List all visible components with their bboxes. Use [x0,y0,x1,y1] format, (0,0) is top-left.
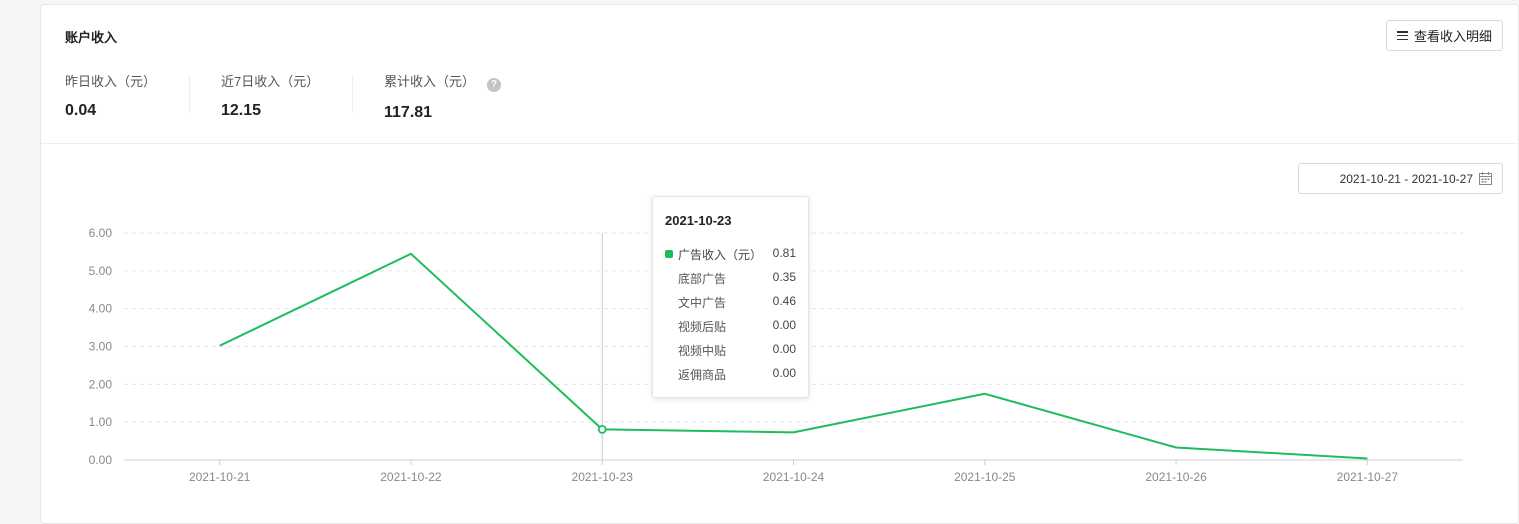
highlighted-data-point [599,426,606,433]
tooltip-row-value: 0.00 [773,342,796,356]
tooltip-row-value: 0.00 [773,366,796,380]
tooltip-row-name: 底部广告 [678,270,726,287]
x-tick-label: 2021-10-24 [763,470,825,484]
tooltip-row-name: 视频中贴 [678,342,726,359]
x-tick-label: 2021-10-21 [189,470,251,484]
x-tick-label: 2021-10-26 [1145,470,1207,484]
tooltip-row-value: 0.46 [773,294,796,308]
tooltip-row-name: 视频后贴 [678,318,726,335]
y-tick-label: 1.00 [89,415,113,429]
tooltip-row: 返佣商品 0.00 [653,366,808,382]
x-tick-label: 2021-10-25 [954,470,1016,484]
tooltip-main-row: 广告收入（元） 0.81 [653,246,808,262]
x-tick-label: 2021-10-23 [572,470,634,484]
tooltip-row: 文中广告 0.46 [653,294,808,310]
tooltip-row-value: 0.35 [773,270,796,284]
tooltip-row-value: 0.00 [773,318,796,332]
tooltip-row-name: 返佣商品 [678,366,726,383]
tooltip-date: 2021-10-23 [665,213,732,228]
account-income-card: 账户收入 查看收入明细 昨日收入（元） 0.04 近7日收入（元） 12.15 … [40,4,1519,524]
x-tick-label: 2021-10-22 [380,470,442,484]
x-tick-label: 2021-10-27 [1337,470,1399,484]
tooltip-row-name: 文中广告 [678,294,726,311]
y-tick-label: 5.00 [89,264,113,278]
y-tick-label: 2.00 [89,377,113,391]
tooltip-row: 视频中贴 0.00 [653,342,808,358]
tooltip-main-value: 0.81 [773,246,796,260]
y-tick-label: 4.00 [89,302,113,316]
chart-tooltip: 2021-10-23 广告收入（元） 0.81 底部广告 0.35 文中广告 0… [652,196,809,398]
series-marker-icon [665,250,673,258]
y-tick-label: 3.00 [89,340,113,354]
tooltip-main-name: 广告收入（元） [678,246,762,263]
tooltip-row: 底部广告 0.35 [653,270,808,286]
tooltip-row: 视频后贴 0.00 [653,318,808,334]
y-tick-label: 0.00 [89,453,113,467]
y-tick-label: 6.00 [89,226,113,240]
